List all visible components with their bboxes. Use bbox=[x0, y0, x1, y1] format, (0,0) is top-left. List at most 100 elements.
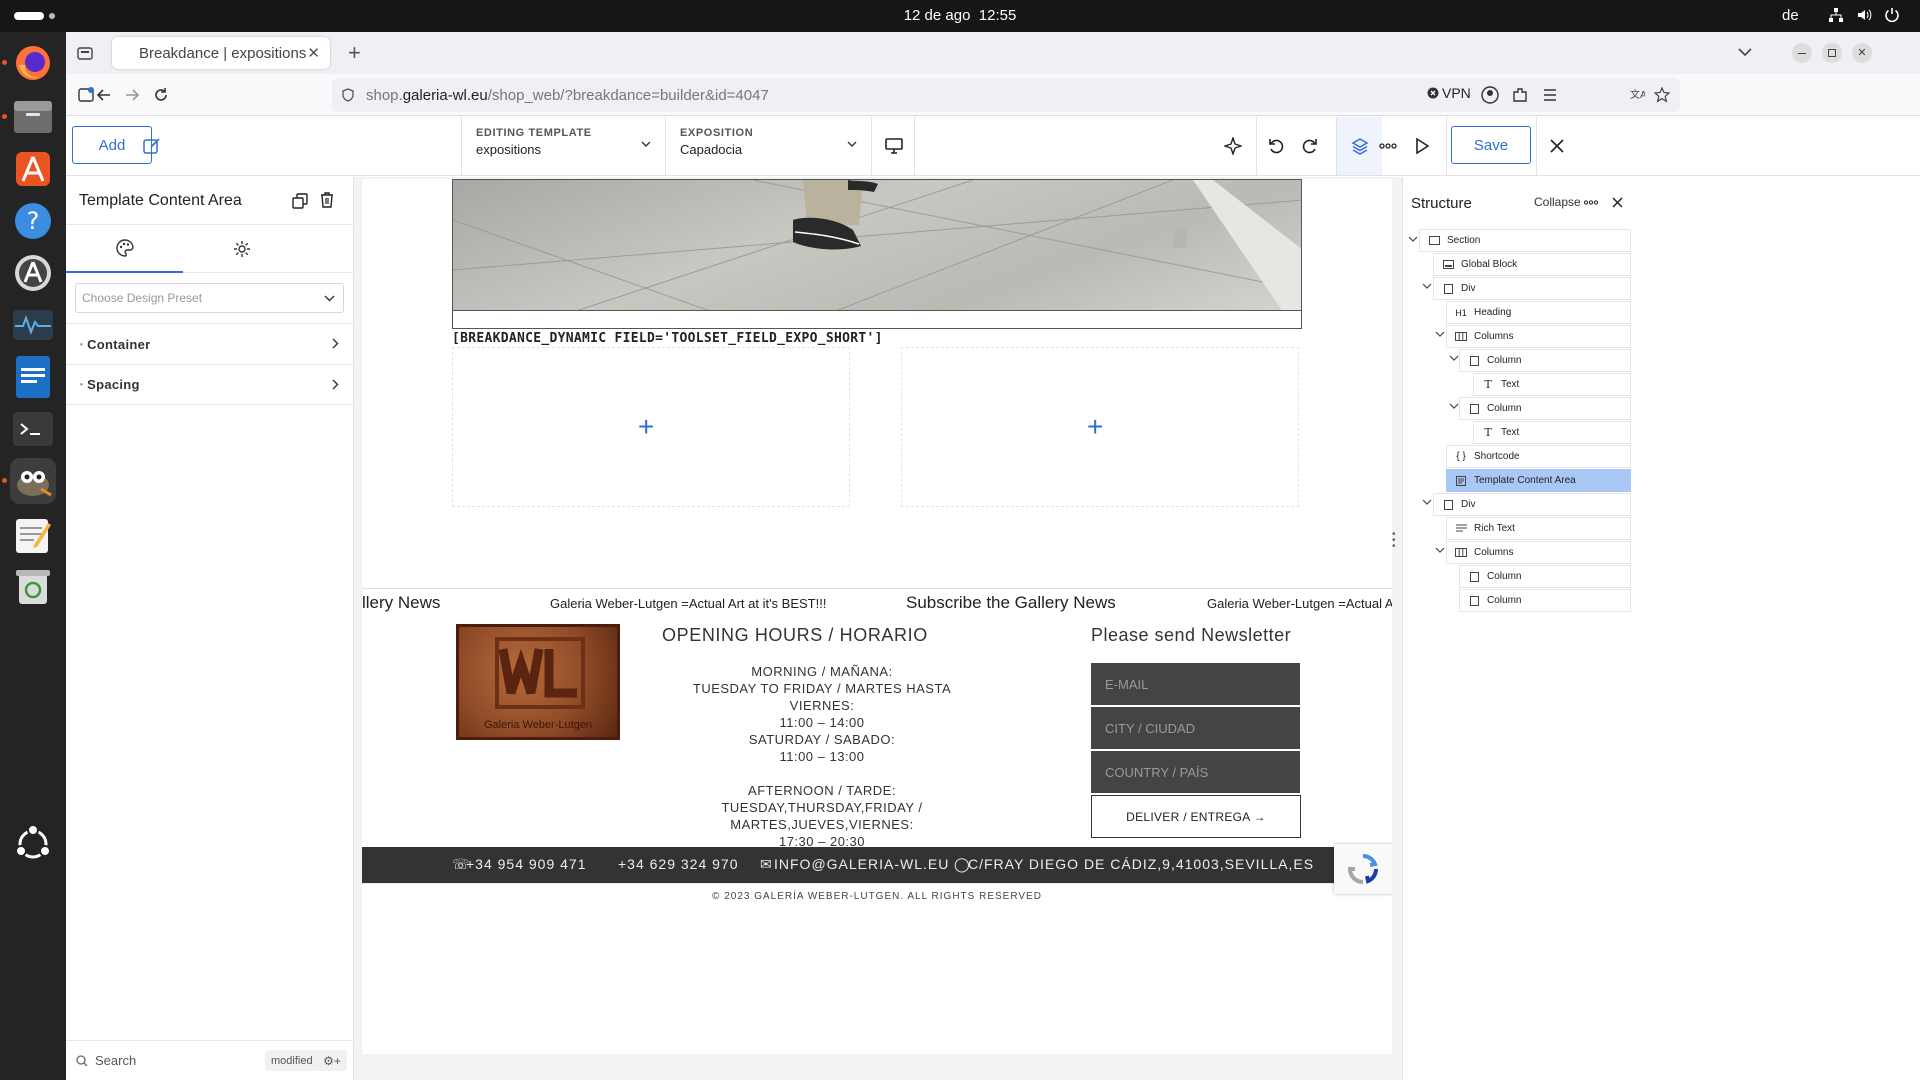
email-link[interactable]: INFO@GALERIA-WL.EU bbox=[774, 856, 949, 872]
close-icon[interactable] bbox=[1612, 197, 1623, 208]
tree-node-global-block[interactable]: Global Block bbox=[1433, 253, 1631, 276]
tree-node-section[interactable]: Section bbox=[1419, 229, 1631, 252]
more-options-icon[interactable] bbox=[1584, 200, 1598, 205]
gimp-icon[interactable] bbox=[2, 458, 56, 504]
translate-icon[interactable]: 文A bbox=[1629, 87, 1645, 103]
preview-play-icon[interactable] bbox=[1405, 129, 1439, 163]
forward-icon[interactable] bbox=[124, 87, 140, 103]
tree-node-div[interactable]: Div bbox=[1433, 277, 1631, 300]
tree-node-template-content-area[interactable]: Template Content Area bbox=[1446, 469, 1631, 492]
email-field[interactable]: E-MAIL bbox=[1091, 663, 1300, 705]
tree-node-columns[interactable]: Columns bbox=[1446, 325, 1631, 348]
spacing-section[interactable]: • Spacing bbox=[66, 364, 353, 405]
terminal-icon[interactable] bbox=[10, 406, 56, 452]
device-switcher[interactable] bbox=[871, 117, 915, 175]
software-updater-icon[interactable] bbox=[10, 250, 56, 296]
new-tab-button[interactable]: + bbox=[348, 40, 361, 66]
add-element-icon[interactable]: + bbox=[638, 413, 654, 441]
shortcode-text[interactable]: [BREAKDANCE_DYNAMIC FIELD='TOOLSET_FIELD… bbox=[452, 331, 883, 346]
empty-column[interactable]: + bbox=[901, 347, 1299, 507]
empty-column[interactable]: + bbox=[452, 347, 850, 507]
tree-node-rich-text[interactable]: Rich Text bbox=[1446, 517, 1631, 540]
add-button[interactable]: Add bbox=[72, 126, 152, 164]
writer-icon[interactable] bbox=[10, 354, 56, 400]
settings-add-button[interactable]: ⚙ + bbox=[317, 1050, 347, 1071]
bookmark-star-icon[interactable] bbox=[1654, 87, 1670, 103]
collapse-toggle-icon[interactable] bbox=[1422, 497, 1432, 507]
help-icon[interactable]: ? bbox=[10, 198, 56, 244]
delete-icon[interactable] bbox=[320, 192, 334, 208]
redo-icon[interactable] bbox=[1293, 129, 1327, 163]
trash-icon[interactable] bbox=[10, 564, 56, 610]
tree-node-shortcode[interactable]: { } Shortcode bbox=[1446, 445, 1631, 468]
exposition-select[interactable]: EXPOSITION Capadocia bbox=[665, 117, 871, 175]
firefox-icon[interactable] bbox=[2, 40, 56, 86]
container-section[interactable]: • Container bbox=[66, 323, 353, 364]
tree-node-column[interactable]: Column bbox=[1459, 589, 1631, 612]
template-icon bbox=[1453, 475, 1469, 486]
tree-node-text[interactable]: T Text bbox=[1473, 373, 1631, 396]
chevron-down-icon[interactable] bbox=[1738, 47, 1752, 57]
add-element-icon[interactable]: + bbox=[1087, 413, 1103, 441]
vpn-badge[interactable]: VPN bbox=[1427, 85, 1471, 101]
keyboard-language[interactable]: de bbox=[1782, 7, 1799, 24]
tree-node-heading[interactable]: H1 Heading bbox=[1446, 301, 1631, 324]
tab-design[interactable] bbox=[66, 225, 183, 273]
close-tab-icon[interactable]: ✕ bbox=[307, 44, 320, 62]
phone-link[interactable]: +34 954 909 471 bbox=[466, 856, 587, 872]
browser-tab[interactable]: Breakdance | expositions ✕ bbox=[112, 37, 330, 69]
collapse-toggle-icon[interactable] bbox=[1435, 329, 1445, 339]
clock[interactable]: 12 de ago 12:55 bbox=[0, 7, 1920, 24]
close-window-button[interactable]: ✕ bbox=[1852, 43, 1872, 63]
collapse-toggle-icon[interactable] bbox=[1449, 353, 1459, 363]
recaptcha-badge[interactable] bbox=[1334, 844, 1392, 894]
phone-link[interactable]: +34 629 324 970 bbox=[618, 856, 739, 872]
collapse-button[interactable]: Collapse bbox=[1534, 195, 1581, 209]
shortcode-icon: { } bbox=[1456, 451, 1466, 462]
more-options-icon[interactable] bbox=[1371, 129, 1405, 163]
tab-settings[interactable] bbox=[183, 225, 300, 273]
save-button[interactable]: Save bbox=[1451, 126, 1531, 164]
system-tray[interactable] bbox=[1828, 7, 1900, 23]
extensions-icon[interactable] bbox=[1511, 86, 1529, 104]
collapse-toggle-icon[interactable] bbox=[1408, 234, 1418, 244]
ai-assistant-icon[interactable] bbox=[1216, 129, 1250, 163]
country-field[interactable]: COUNTRY / PAÍS bbox=[1091, 751, 1300, 793]
deliver-button[interactable]: DELIVER / ENTREGA → bbox=[1091, 795, 1301, 838]
design-preset-select[interactable]: Choose Design Preset bbox=[75, 283, 344, 313]
undo-icon[interactable] bbox=[1259, 129, 1293, 163]
files-icon[interactable] bbox=[2, 94, 56, 140]
url-bar[interactable]: shop. galeria-wl.eu/shop_web/?breakdance=… bbox=[332, 78, 1680, 112]
maximize-button[interactable] bbox=[1822, 43, 1842, 63]
reload-icon[interactable] bbox=[153, 87, 169, 103]
modified-badge[interactable]: modified bbox=[265, 1050, 319, 1071]
collapse-toggle-icon[interactable] bbox=[1422, 281, 1432, 291]
close-builder-icon[interactable] bbox=[1540, 129, 1574, 163]
collapse-toggle-icon[interactable] bbox=[1435, 545, 1445, 555]
collapse-toggle-icon[interactable] bbox=[1449, 401, 1459, 411]
system-monitor-icon[interactable] bbox=[10, 302, 56, 348]
show-apps-icon[interactable] bbox=[10, 821, 56, 867]
tab-overview-icon[interactable] bbox=[77, 45, 93, 61]
tree-node-column[interactable]: Column bbox=[1459, 397, 1631, 420]
tree-node-column[interactable]: Column bbox=[1459, 349, 1631, 372]
app-center-icon[interactable] bbox=[10, 146, 56, 192]
account-icon[interactable] bbox=[1481, 86, 1499, 104]
editing-template-select[interactable]: EDITING TEMPLATE expositions bbox=[461, 117, 665, 175]
resize-handle[interactable]: • • • bbox=[1392, 530, 1398, 552]
tree-node-div[interactable]: Div bbox=[1433, 493, 1631, 516]
back-icon[interactable] bbox=[96, 87, 112, 103]
tree-node-column[interactable]: Column bbox=[1459, 565, 1631, 588]
duplicate-icon[interactable] bbox=[292, 193, 308, 209]
site-info-icon[interactable] bbox=[341, 88, 355, 102]
minimize-button[interactable] bbox=[1792, 43, 1812, 63]
tree-node-text[interactable]: T Text bbox=[1473, 421, 1631, 444]
edit-icon[interactable] bbox=[143, 137, 161, 155]
search-input[interactable]: Search bbox=[95, 1053, 136, 1068]
sidebar-toggle-icon[interactable] bbox=[78, 87, 94, 103]
exhibition-photo[interactable] bbox=[452, 179, 1302, 311]
text-editor-icon[interactable] bbox=[10, 512, 56, 558]
city-field[interactable]: CITY / CIUDAD bbox=[1091, 707, 1300, 749]
tree-node-columns[interactable]: Columns bbox=[1446, 541, 1631, 564]
menu-icon[interactable] bbox=[1542, 87, 1558, 103]
